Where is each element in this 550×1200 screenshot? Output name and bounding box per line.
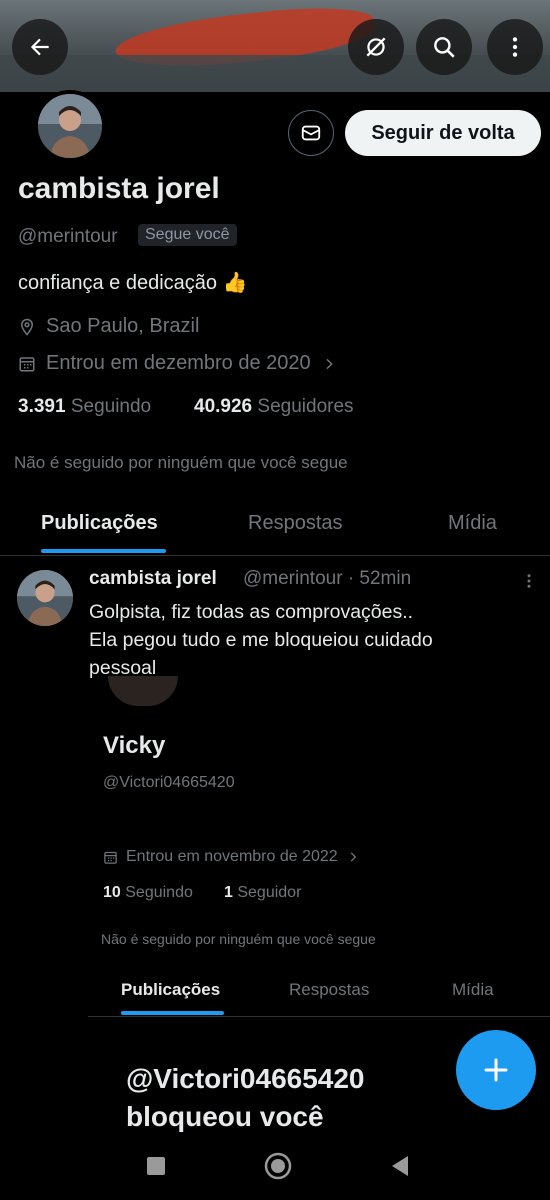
more-vertical-icon [512, 37, 518, 57]
profile-bio: confiança e dedicação 👍 [18, 272, 248, 294]
embedded-joined-text: Entrou em novembro de 2022 [126, 848, 338, 865]
more-vertical-icon [527, 574, 531, 588]
compose-button[interactable] [456, 1030, 536, 1110]
search-button[interactable] [416, 19, 472, 75]
profile-avatar[interactable] [34, 90, 106, 162]
embedded-profile-name: Vicky [103, 732, 166, 759]
tab-respostas[interactable]: Respostas [248, 512, 343, 535]
embedded-tab-indicator [121, 1011, 224, 1015]
profile-location: Sao Paulo, Brazil [18, 315, 199, 338]
more-button[interactable] [487, 19, 543, 75]
embedded-following-label: Seguindo [125, 884, 193, 901]
tweet-text-line: Ela pegou tudo e me bloqueiou cuidado [89, 629, 433, 651]
avatar-image [38, 94, 102, 158]
tab-midia[interactable]: Mídia [448, 512, 497, 535]
follows-you-badge: Segue você [138, 224, 237, 246]
following-stat[interactable]: 3.391 Seguindo [18, 396, 151, 418]
message-button[interactable] [288, 110, 334, 156]
embedded-following-stat: 10 Seguindo [103, 884, 193, 902]
blocked-handle: @Victori04665420 [126, 1063, 365, 1094]
location-text: Sao Paulo, Brazil [46, 315, 200, 337]
calendar-icon [19, 356, 35, 371]
embedded-profile-handle: @Victori04665420 [103, 774, 235, 791]
recent-apps-icon[interactable] [147, 1157, 165, 1175]
tweet-handle-time[interactable]: @merintour · 52min [243, 568, 411, 590]
back-triangle-glyph [392, 1156, 408, 1176]
grok-button[interactable] [348, 19, 404, 75]
follow-back-button[interactable]: Seguir de volta [345, 110, 541, 156]
back-arrow-icon [30, 38, 49, 56]
profile-name: cambista jorel [18, 172, 220, 205]
plus-icon [484, 1058, 508, 1082]
embedded-tab-publicacoes: Publicações [121, 980, 221, 999]
grok-icon [366, 37, 386, 57]
avatar-image [17, 570, 73, 626]
blocked-message: @Victori04665420 bloqueou você [126, 1060, 446, 1136]
embedded-following-count: 10 [103, 884, 121, 901]
home-icon[interactable] [264, 1152, 292, 1180]
embedded-joined: Entrou em novembro de 2022 [103, 848, 360, 866]
followers-count: 40.926 [194, 396, 253, 417]
tab-publicacoes[interactable]: Publicações [41, 512, 158, 535]
search-icon [434, 37, 455, 58]
tweet-text-line: Golpista, fiz todas as comprovações.. [89, 601, 414, 623]
mutual-followers-text: Não é seguido por ninguém que você segue [14, 453, 348, 472]
embedded-mutual-text: Não é seguido por ninguém que você segue [101, 931, 376, 947]
location-pin-icon [20, 318, 34, 336]
tweet-more-button[interactable] [520, 572, 538, 595]
chevron-right-icon [350, 852, 356, 862]
back-button[interactable] [12, 19, 68, 75]
embedded-followers-stat: 1 Seguidor [224, 884, 301, 902]
embedded-tab-respostas: Respostas [289, 980, 370, 999]
following-count: 3.391 [18, 396, 66, 417]
embedded-divider [88, 1016, 550, 1017]
embedded-followers-label: Seguidor [237, 884, 302, 901]
tabs-divider [0, 555, 550, 556]
tweet-avatar[interactable] [17, 570, 73, 626]
followers-label: Seguidores [257, 396, 354, 417]
embedded-followers-count: 1 [224, 884, 233, 901]
blocked-text: bloqueou você [126, 1101, 324, 1132]
calendar-icon [104, 851, 117, 864]
followers-stat[interactable]: 40.926 Seguidores [194, 396, 354, 418]
tweet-author-name[interactable]: cambista jorel [89, 568, 217, 590]
home-circle-glyph [264, 1152, 292, 1180]
chevron-right-icon [326, 358, 333, 369]
tweet-text: Golpista, fiz todas as comprovações.. El… [89, 598, 529, 682]
profile-joined[interactable]: Entrou em dezembro de 2020 [18, 352, 337, 375]
profile-handle: @merintour [18, 226, 118, 247]
back-nav-icon[interactable] [390, 1155, 410, 1182]
joined-text: Entrou em dezembro de 2020 [46, 352, 311, 374]
embedded-tab-midia: Mídia [452, 980, 494, 999]
active-tab-indicator [41, 549, 166, 553]
following-label: Seguindo [70, 396, 152, 417]
envelope-icon [301, 125, 321, 141]
